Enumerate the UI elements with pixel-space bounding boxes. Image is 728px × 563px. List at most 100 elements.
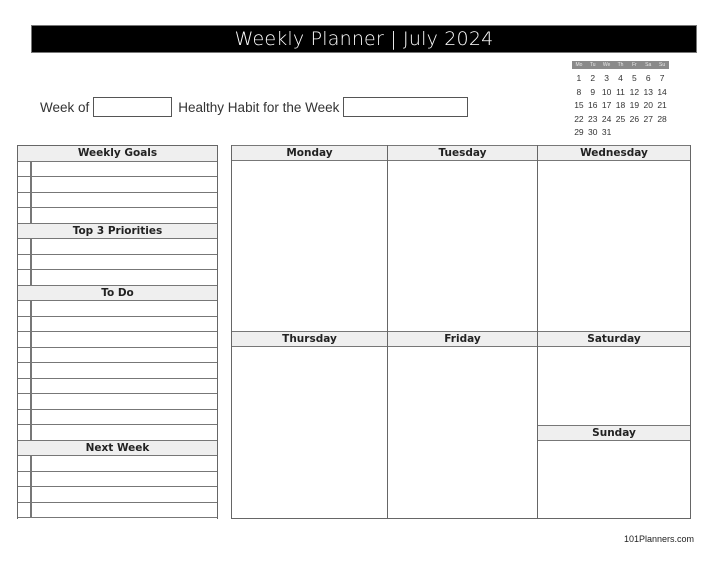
mini-calendar-day[interactable]: 11	[614, 86, 628, 100]
checkbox[interactable]	[18, 378, 32, 393]
day-cell-monday[interactable]	[232, 162, 387, 331]
mini-calendar-day[interactable]: 26	[627, 113, 641, 127]
entry-line[interactable]	[32, 394, 217, 409]
mini-calendar-day[interactable]: 12	[627, 86, 641, 100]
mini-calendar-weekday: Mo	[575, 62, 583, 68]
day-cell-tuesday[interactable]	[388, 162, 537, 331]
mini-calendar-day[interactable]: 31	[600, 126, 614, 140]
checkbox[interactable]	[18, 409, 32, 424]
mini-calendar-day[interactable]: 20	[641, 99, 655, 113]
mini-calendar-day[interactable]: 13	[641, 86, 655, 100]
checkbox[interactable]	[18, 239, 32, 254]
day-cell-saturday[interactable]	[538, 347, 690, 425]
checkbox[interactable]	[18, 270, 32, 285]
entry-line[interactable]	[32, 239, 217, 254]
entry-line[interactable]	[32, 425, 217, 440]
entry-line[interactable]	[32, 456, 217, 471]
mini-calendar-weekday: We	[602, 62, 611, 68]
entry-line[interactable]	[32, 363, 217, 378]
to-do-row	[18, 301, 217, 317]
mini-calendar-weekday: Su	[659, 62, 666, 68]
mini-calendar-day[interactable]: 4	[614, 72, 628, 86]
day-header-friday: Friday	[388, 331, 537, 347]
checkbox[interactable]	[18, 347, 32, 362]
mini-calendar-day[interactable]: 25	[614, 113, 628, 127]
entry-line[interactable]	[32, 193, 217, 208]
section-header-to-do: To Do	[18, 285, 217, 301]
day-cell-wednesday[interactable]	[538, 162, 690, 331]
entry-line[interactable]	[32, 162, 217, 177]
checkbox[interactable]	[18, 456, 32, 471]
day-header-tuesday: Tuesday	[388, 145, 537, 161]
entry-line[interactable]	[32, 317, 217, 332]
mini-calendar-day[interactable]: 10	[600, 86, 614, 100]
next-week-row	[18, 456, 217, 472]
entry-line[interactable]	[32, 472, 217, 487]
mini-calendar-day[interactable]: 18	[614, 99, 628, 113]
mini-calendar-day[interactable]: 24	[600, 113, 614, 127]
mini-calendar-day[interactable]: 9	[586, 86, 600, 100]
checkbox[interactable]	[18, 316, 32, 331]
healthy-habit-input[interactable]	[343, 97, 469, 117]
checkbox[interactable]	[18, 394, 32, 409]
entry-line[interactable]	[32, 270, 217, 285]
healthy-habit-label: Healthy Habit for the Week	[178, 99, 340, 115]
mini-calendar-day[interactable]: 29	[572, 126, 586, 140]
mini-calendar-day[interactable]: 14	[655, 86, 669, 100]
mini-calendar-day[interactable]: 5	[627, 72, 641, 86]
entry-line[interactable]	[32, 503, 217, 518]
checkbox[interactable]	[18, 471, 32, 486]
to-do-row	[18, 316, 217, 332]
mini-calendar-day[interactable]: 2	[586, 72, 600, 86]
mini-calendar-day[interactable]: 22	[572, 113, 586, 127]
mini-calendar-day[interactable]: 8	[572, 86, 586, 100]
section-header-weekly-goals: Weekly Goals	[18, 146, 217, 162]
checkbox[interactable]	[18, 502, 32, 517]
checkbox[interactable]	[18, 192, 32, 207]
checkbox[interactable]	[18, 425, 32, 440]
checkbox[interactable]	[18, 254, 32, 269]
section-header-next-week: Next Week	[18, 440, 217, 456]
checkbox[interactable]	[18, 301, 32, 316]
checkbox[interactable]	[18, 487, 32, 502]
mini-calendar-day[interactable]: 6	[641, 72, 655, 86]
mini-calendar-day[interactable]: 16	[586, 99, 600, 113]
mini-calendar-days: 1 2 3 4 5 6 7 8 9 10 11 12 13 14 15 16 17 18 19 20 21 22 23 24 2…	[572, 72, 669, 140]
mini-calendar-day[interactable]: 28	[655, 113, 669, 127]
mini-calendar-day[interactable]: 23	[586, 113, 600, 127]
day-header-monday: Monday	[232, 145, 387, 161]
mini-calendar-weekday: Th	[617, 62, 624, 68]
mini-calendar-day[interactable]: 3	[600, 72, 614, 86]
mini-calendar-day[interactable]: 21	[655, 99, 669, 113]
entry-line[interactable]	[32, 348, 217, 363]
next-week-row	[18, 502, 217, 518]
mini-calendar-day[interactable]: 1	[572, 72, 586, 86]
entry-line[interactable]	[32, 255, 217, 270]
mini-calendar-day[interactable]: 27	[641, 113, 655, 127]
mini-calendar-weekday: Sa	[645, 62, 652, 68]
entry-line[interactable]	[32, 177, 217, 192]
checkbox[interactable]	[18, 161, 32, 176]
mini-calendar-day[interactable]: 15	[572, 99, 586, 113]
checkbox[interactable]	[18, 177, 32, 192]
mini-calendar-day[interactable]: 7	[655, 72, 669, 86]
day-cell-thursday[interactable]	[232, 347, 387, 518]
entry-line[interactable]	[32, 410, 217, 425]
week-of-input[interactable]	[93, 97, 173, 117]
mini-calendar-day[interactable]: 19	[627, 99, 641, 113]
day-cell-friday[interactable]	[388, 347, 537, 518]
checkbox[interactable]	[18, 332, 32, 347]
entry-line[interactable]	[32, 208, 217, 223]
checkbox[interactable]	[18, 363, 32, 378]
mini-calendar-day[interactable]: 17	[600, 99, 614, 113]
entry-line[interactable]	[32, 301, 217, 316]
entry-line[interactable]	[32, 332, 217, 347]
top-3-priorities-row	[18, 239, 217, 255]
day-cell-sunday[interactable]	[538, 441, 690, 518]
mini-calendar-weekday: Fr	[631, 62, 637, 68]
mini-calendar-day[interactable]: 30	[586, 126, 600, 140]
entry-line[interactable]	[32, 487, 217, 502]
entry-line[interactable]	[32, 379, 217, 394]
week-fields: Week of Healthy Habit for the Week	[40, 96, 469, 118]
checkbox[interactable]	[18, 208, 32, 223]
